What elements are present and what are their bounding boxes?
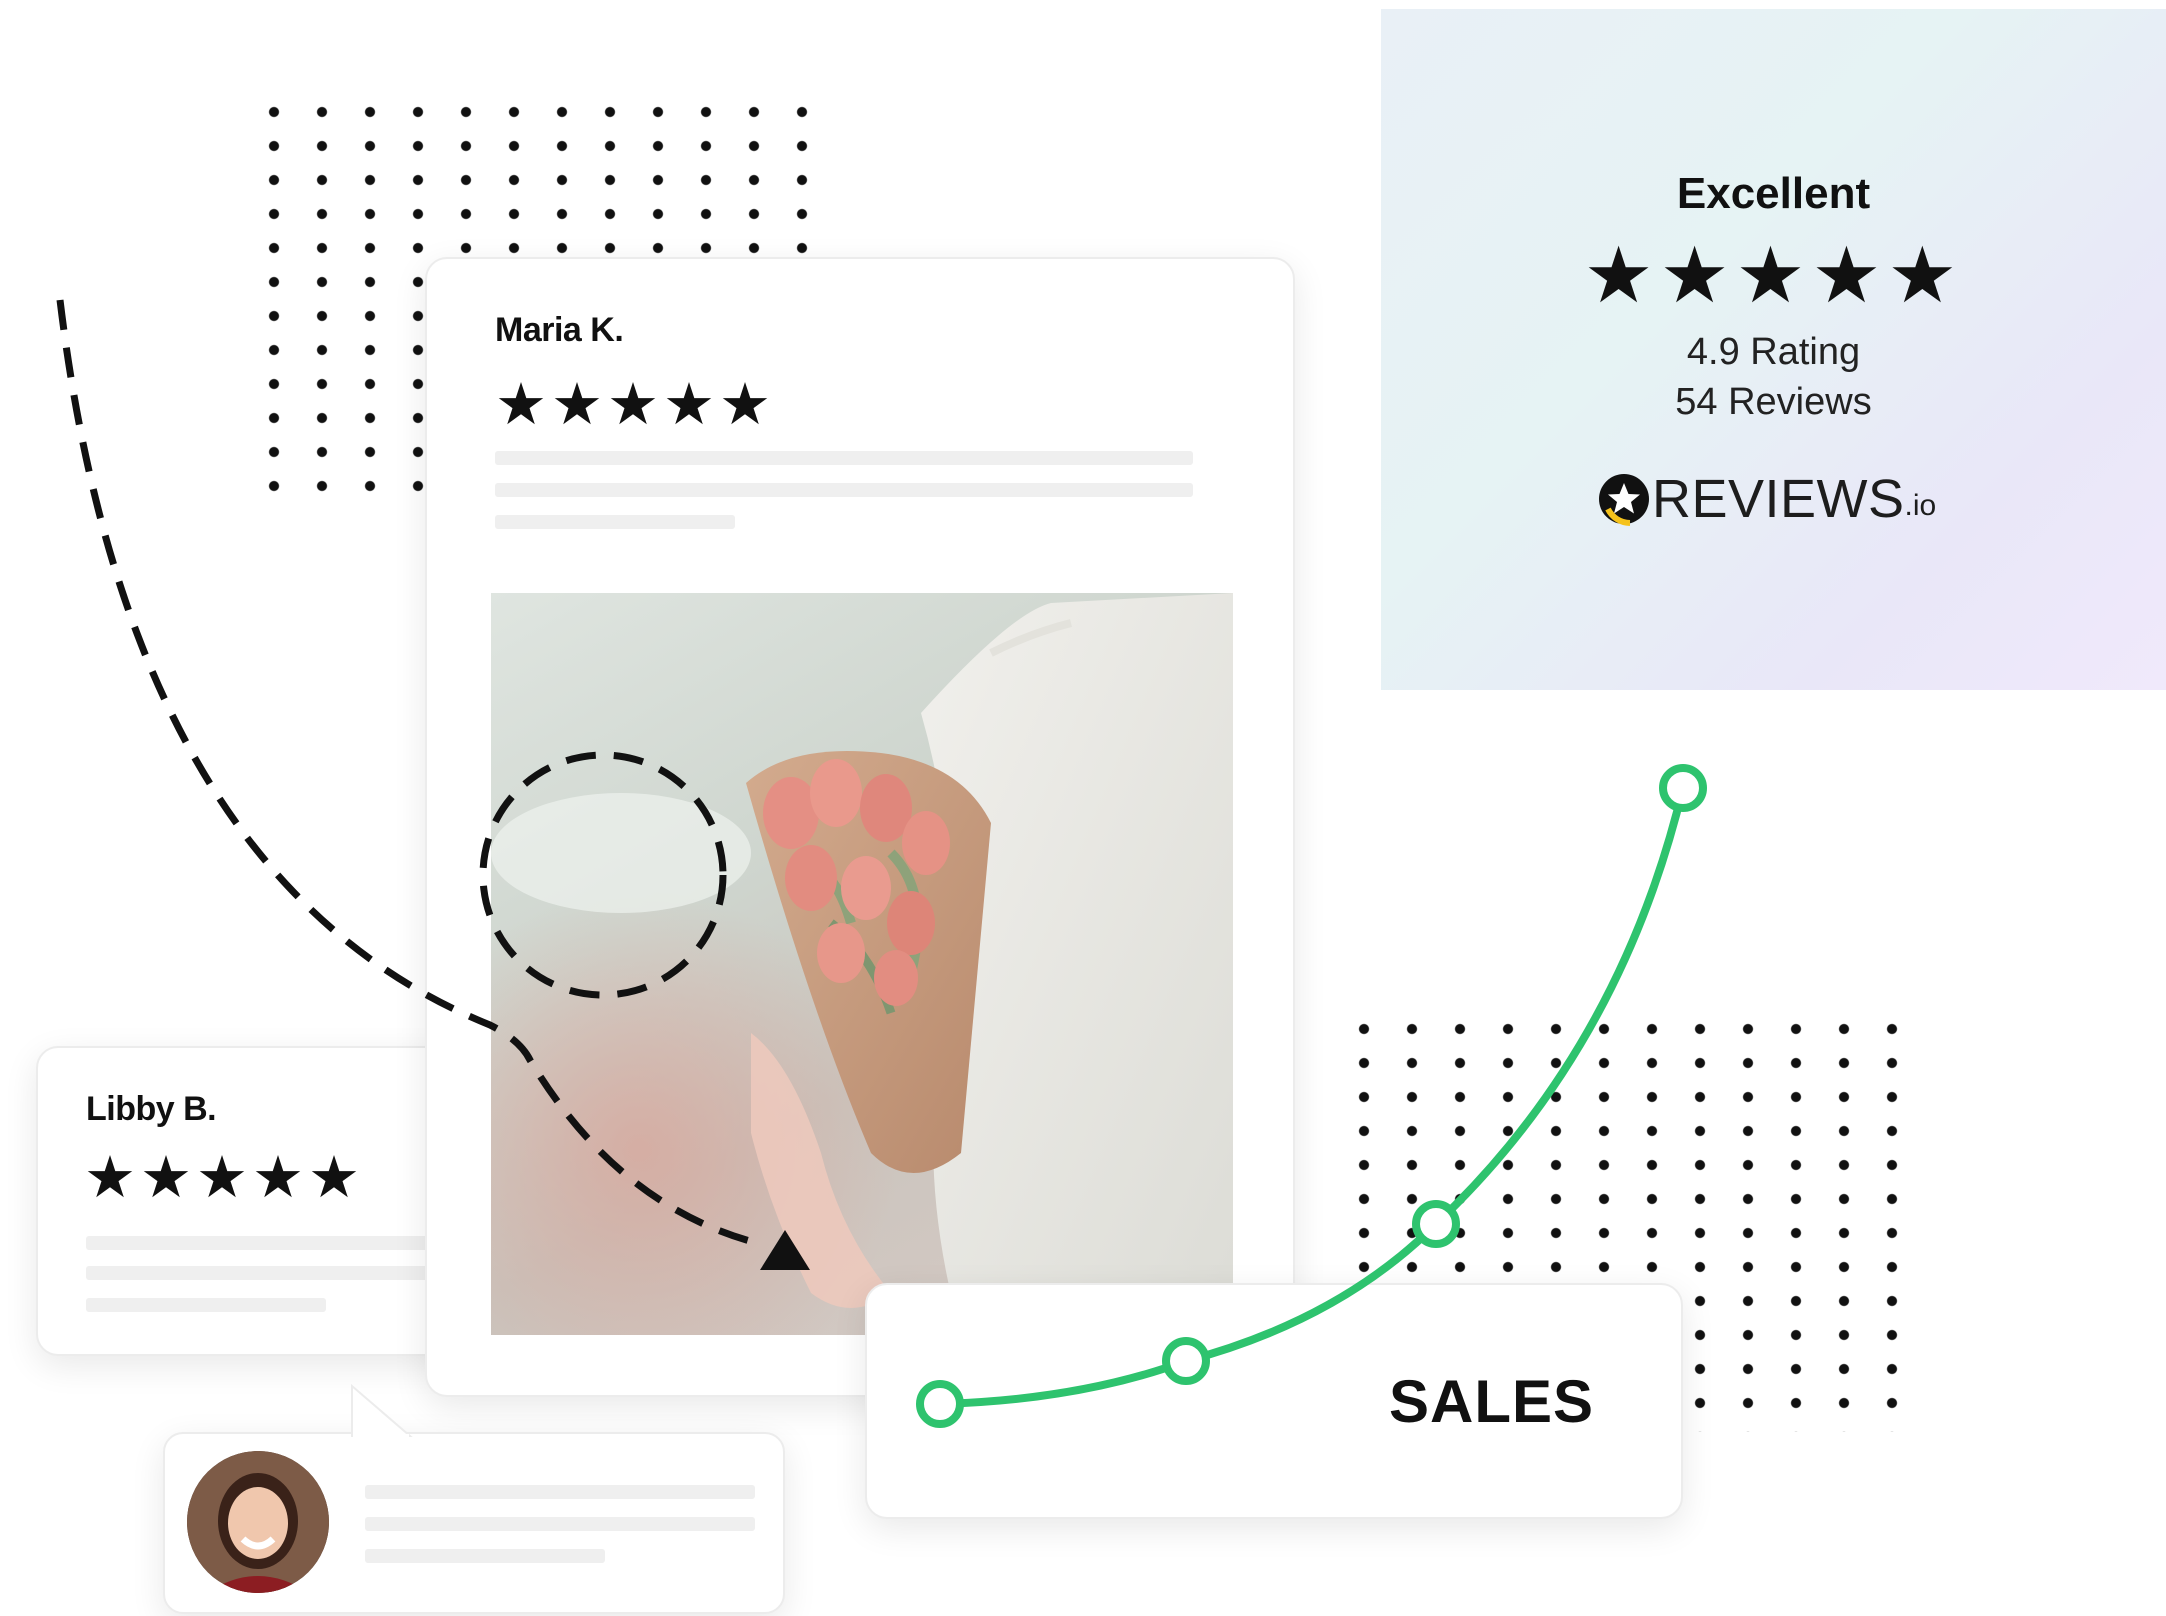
decorations-overlay	[56, 299, 1707, 1428]
dashed-highlight-circle	[479, 751, 727, 999]
arrow-head-icon	[760, 1230, 810, 1270]
growth-point	[1162, 1337, 1210, 1385]
growth-point	[1412, 1200, 1460, 1248]
growth-point	[916, 1380, 964, 1428]
growth-point	[1659, 764, 1707, 812]
sales-growth-line	[939, 787, 1687, 1408]
